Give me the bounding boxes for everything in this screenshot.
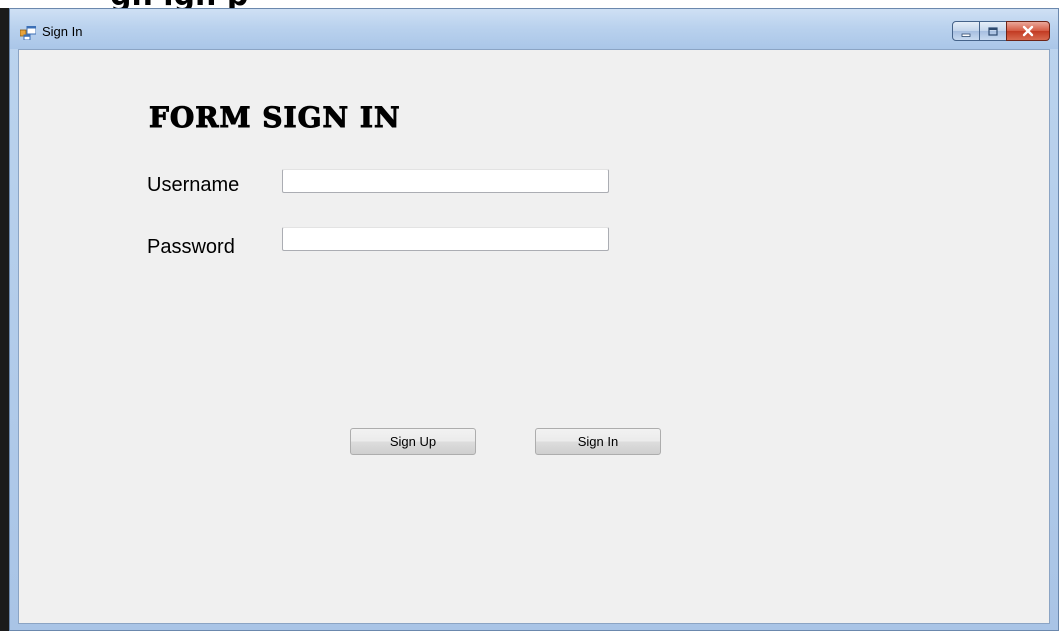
close-button[interactable] [1006,21,1050,41]
minimize-icon [960,22,972,41]
form-app-icon[interactable] [19,25,37,41]
password-label: Password [147,236,235,258]
minimize-button[interactable] [952,21,980,41]
caption-buttons [952,21,1050,41]
password-input[interactable] [282,227,609,251]
username-input[interactable] [282,169,609,193]
maximize-icon [987,22,999,41]
sign-in-window: Sign In FORM SIGN IN Username Password S… [9,8,1059,631]
form-heading: FORM SIGN IN [149,101,401,135]
form-client-area: FORM SIGN IN Username Password Sign Up S… [18,49,1050,624]
screen: gn ign p Sign In [0,0,1059,631]
sign-in-button[interactable]: Sign In [535,428,661,455]
maximize-button[interactable] [979,21,1007,41]
username-label: Username [147,174,240,196]
title-bar[interactable]: Sign In [10,9,1058,49]
sign-up-button[interactable]: Sign Up [350,428,476,455]
window-title: Sign In [42,24,83,39]
close-icon [1021,22,1035,41]
desktop-edge [0,8,9,631]
